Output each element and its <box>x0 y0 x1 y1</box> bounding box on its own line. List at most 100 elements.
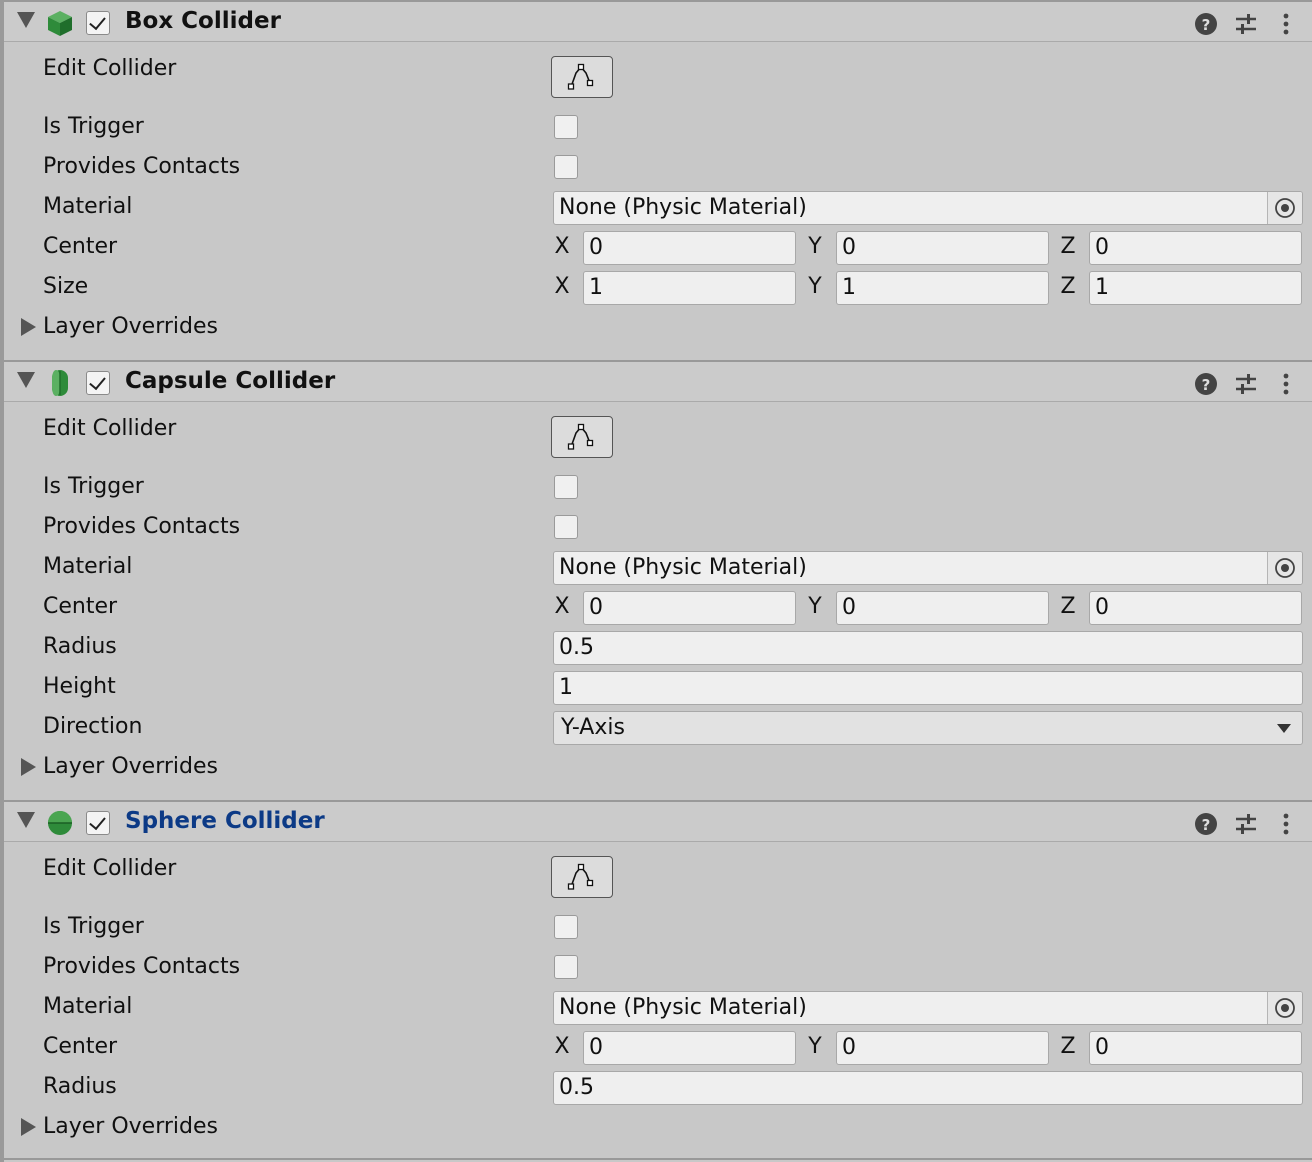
object-picker-icon[interactable] <box>1267 192 1302 224</box>
help-icon[interactable]: ? <box>1193 371 1219 397</box>
size-z-field[interactable]: 1 <box>1089 271 1302 305</box>
component-header[interactable]: Capsule Collider ? <box>4 360 1312 402</box>
edit-collider-icon <box>567 863 594 890</box>
center-z-field[interactable]: 0 <box>1089 1031 1302 1065</box>
center-z-field[interactable]: 0 <box>1089 591 1302 625</box>
material-field[interactable]: None (Physic Material) <box>553 551 1303 585</box>
edit-collider-label: Edit Collider <box>43 416 177 441</box>
material-label: Material <box>43 554 133 579</box>
capsule-collider-icon <box>52 370 68 396</box>
direction-dropdown[interactable]: Y-Axis <box>553 711 1303 745</box>
enabled-checkbox[interactable] <box>86 371 110 395</box>
component-title: Box Collider <box>125 8 281 34</box>
material-label: Material <box>43 194 133 219</box>
center-y-label: Y <box>808 594 822 619</box>
size-x-field[interactable]: 1 <box>583 271 796 305</box>
size-x-label: X <box>554 274 570 299</box>
provides-contacts-label: Provides Contacts <box>43 954 241 979</box>
center-z-label: Z <box>1060 594 1076 619</box>
radius-field[interactable]: 0.5 <box>553 1071 1303 1105</box>
is-trigger-checkbox[interactable] <box>554 915 578 939</box>
component-header[interactable]: Sphere Collider ? <box>4 800 1312 842</box>
foldout-arrow-icon[interactable] <box>17 12 35 28</box>
svg-text:?: ? <box>1202 816 1211 834</box>
center-x-field[interactable]: 0 <box>583 231 796 265</box>
component-header[interactable]: Box Collider ? <box>4 0 1312 42</box>
radius-field[interactable]: 0.5 <box>553 631 1303 665</box>
help-icon[interactable]: ? <box>1193 11 1219 37</box>
material-label: Material <box>43 994 133 1019</box>
center-label: Center <box>43 234 118 259</box>
box-collider-component: Box Collider ? Edit Collider Is Trigger … <box>4 0 1312 360</box>
foldout-arrow-icon[interactable] <box>17 812 35 828</box>
edit-collider-button[interactable] <box>551 416 613 458</box>
presets-icon[interactable] <box>1233 811 1259 837</box>
provides-contacts-checkbox[interactable] <box>554 955 578 979</box>
edit-collider-button[interactable] <box>551 56 613 98</box>
center-z-label: Z <box>1060 1034 1076 1059</box>
provides-contacts-label: Provides Contacts <box>43 154 241 179</box>
center-x-field[interactable]: 0 <box>583 1031 796 1065</box>
material-field[interactable]: None (Physic Material) <box>553 991 1303 1025</box>
sphere-collider-icon <box>48 811 72 835</box>
direction-label: Direction <box>43 714 143 739</box>
is-trigger-label: Is Trigger <box>43 914 144 939</box>
layer-overrides-label[interactable]: Layer Overrides <box>43 314 218 339</box>
height-label: Height <box>43 674 116 699</box>
edit-collider-label: Edit Collider <box>43 56 177 81</box>
center-label: Center <box>43 594 118 619</box>
enabled-checkbox[interactable] <box>86 11 110 35</box>
edit-collider-icon <box>567 63 594 90</box>
help-icon[interactable]: ? <box>1193 811 1219 837</box>
foldout-arrow-icon[interactable] <box>17 372 35 388</box>
object-picker-icon[interactable] <box>1267 552 1302 584</box>
kebab-menu-icon[interactable] <box>1273 371 1299 397</box>
center-z-field[interactable]: 0 <box>1089 231 1302 265</box>
sphere-collider-component: Sphere Collider ? Edit Collider Is Trigg… <box>4 800 1312 1162</box>
center-x-label: X <box>554 594 570 619</box>
svg-text:?: ? <box>1202 16 1211 34</box>
enabled-checkbox[interactable] <box>86 811 110 835</box>
center-y-field[interactable]: 0 <box>836 591 1049 625</box>
svg-text:?: ? <box>1202 376 1211 394</box>
center-x-field[interactable]: 0 <box>583 591 796 625</box>
radius-label: Radius <box>43 634 117 659</box>
layer-overrides-label[interactable]: Layer Overrides <box>43 1114 218 1139</box>
presets-icon[interactable] <box>1233 371 1259 397</box>
provides-contacts-checkbox[interactable] <box>554 515 578 539</box>
kebab-menu-icon[interactable] <box>1273 11 1299 37</box>
center-label: Center <box>43 1034 118 1059</box>
material-field[interactable]: None (Physic Material) <box>553 191 1303 225</box>
center-z-label: Z <box>1060 234 1076 259</box>
layer-overrides-label[interactable]: Layer Overrides <box>43 754 218 779</box>
center-x-label: X <box>554 234 570 259</box>
capsule-collider-component: Capsule Collider ? Edit Collider Is Trig… <box>4 360 1312 800</box>
kebab-menu-icon[interactable] <box>1273 811 1299 837</box>
layer-overrides-foldout-icon[interactable] <box>21 1118 36 1136</box>
size-z-label: Z <box>1060 274 1076 299</box>
size-y-label: Y <box>808 274 822 299</box>
is-trigger-checkbox[interactable] <box>554 115 578 139</box>
object-picker-icon[interactable] <box>1267 992 1302 1024</box>
bottom-divider <box>4 1158 1312 1160</box>
material-value: None (Physic Material) <box>559 195 807 220</box>
center-y-label: Y <box>808 1034 822 1059</box>
edit-collider-button[interactable] <box>551 856 613 898</box>
center-y-field[interactable]: 0 <box>836 1031 1049 1065</box>
is-trigger-checkbox[interactable] <box>554 475 578 499</box>
is-trigger-label: Is Trigger <box>43 114 144 139</box>
box-collider-icon <box>48 11 72 36</box>
radius-label: Radius <box>43 1074 117 1099</box>
edit-collider-label: Edit Collider <box>43 856 177 881</box>
provides-contacts-checkbox[interactable] <box>554 155 578 179</box>
component-title: Sphere Collider <box>125 808 325 834</box>
height-field[interactable]: 1 <box>553 671 1303 705</box>
center-x-label: X <box>554 1034 570 1059</box>
layer-overrides-foldout-icon[interactable] <box>21 758 36 776</box>
layer-overrides-foldout-icon[interactable] <box>21 318 36 336</box>
is-trigger-label: Is Trigger <box>43 474 144 499</box>
size-y-field[interactable]: 1 <box>836 271 1049 305</box>
center-y-field[interactable]: 0 <box>836 231 1049 265</box>
presets-icon[interactable] <box>1233 11 1259 37</box>
provides-contacts-label: Provides Contacts <box>43 514 241 539</box>
